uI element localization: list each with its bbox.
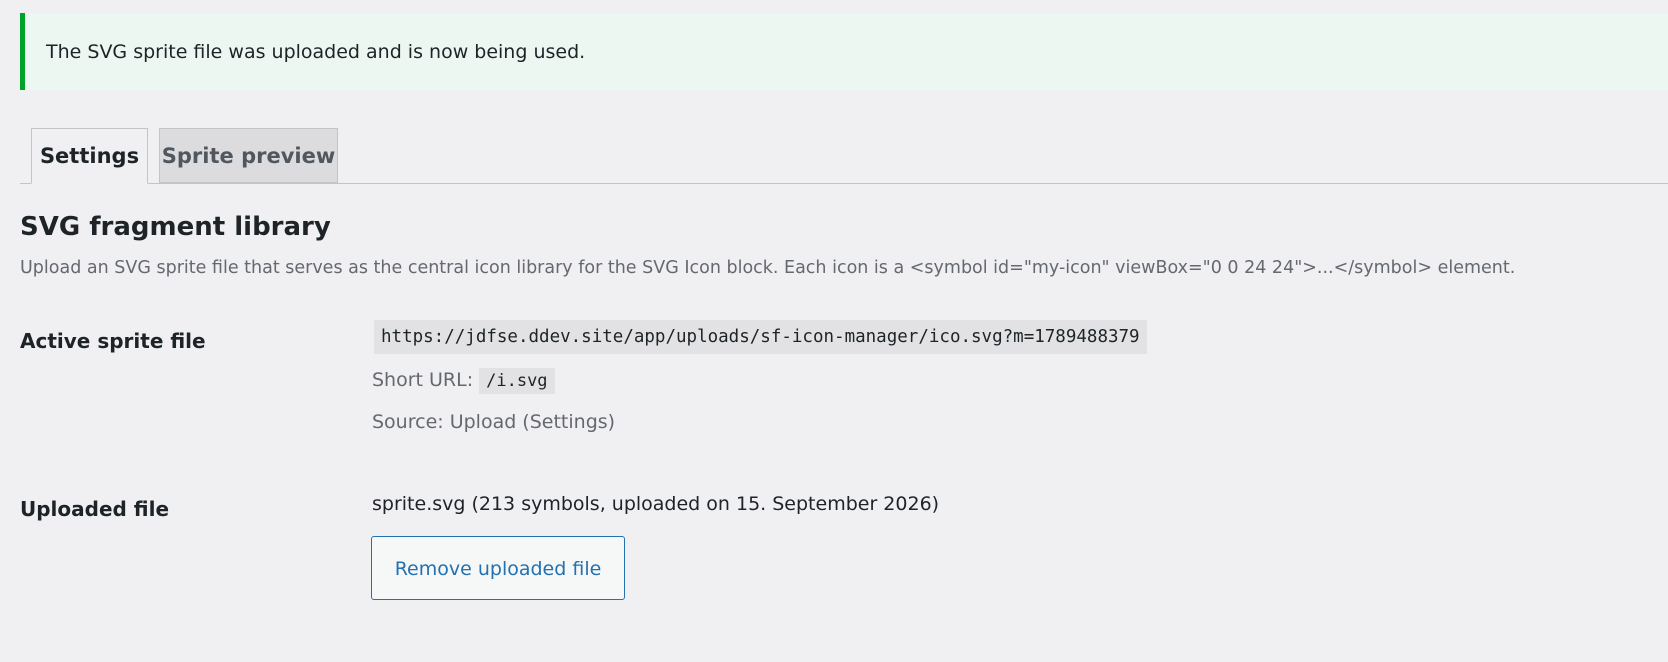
short-url-line: Short URL:/i.svg — [372, 366, 555, 395]
uploaded-file-label: Uploaded file — [20, 497, 170, 521]
section-description: Upload an SVG sprite file that serves as… — [20, 258, 1516, 278]
tabs-divider — [20, 183, 1668, 184]
section-title: SVG fragment library — [20, 212, 331, 242]
short-url-code: /i.svg — [479, 368, 555, 394]
sprite-source: Source: Upload (Settings) — [372, 411, 616, 433]
short-url-label: Short URL: — [372, 369, 474, 391]
remove-uploaded-file-button[interactable]: Remove uploaded file — [371, 536, 625, 600]
tab-settings[interactable]: Settings — [31, 128, 148, 184]
uploaded-file-info: sprite.svg (213 symbols, uploaded on 15.… — [372, 493, 940, 515]
notice-message: The SVG sprite file was uploaded and is … — [46, 41, 586, 63]
tab-sprite-preview[interactable]: Sprite preview — [159, 128, 338, 183]
sprite-url-code: https://jdfse.ddev.site/app/uploads/sf-i… — [374, 320, 1147, 354]
active-sprite-label: Active sprite file — [20, 329, 206, 353]
success-notice: The SVG sprite file was uploaded and is … — [20, 13, 1668, 90]
